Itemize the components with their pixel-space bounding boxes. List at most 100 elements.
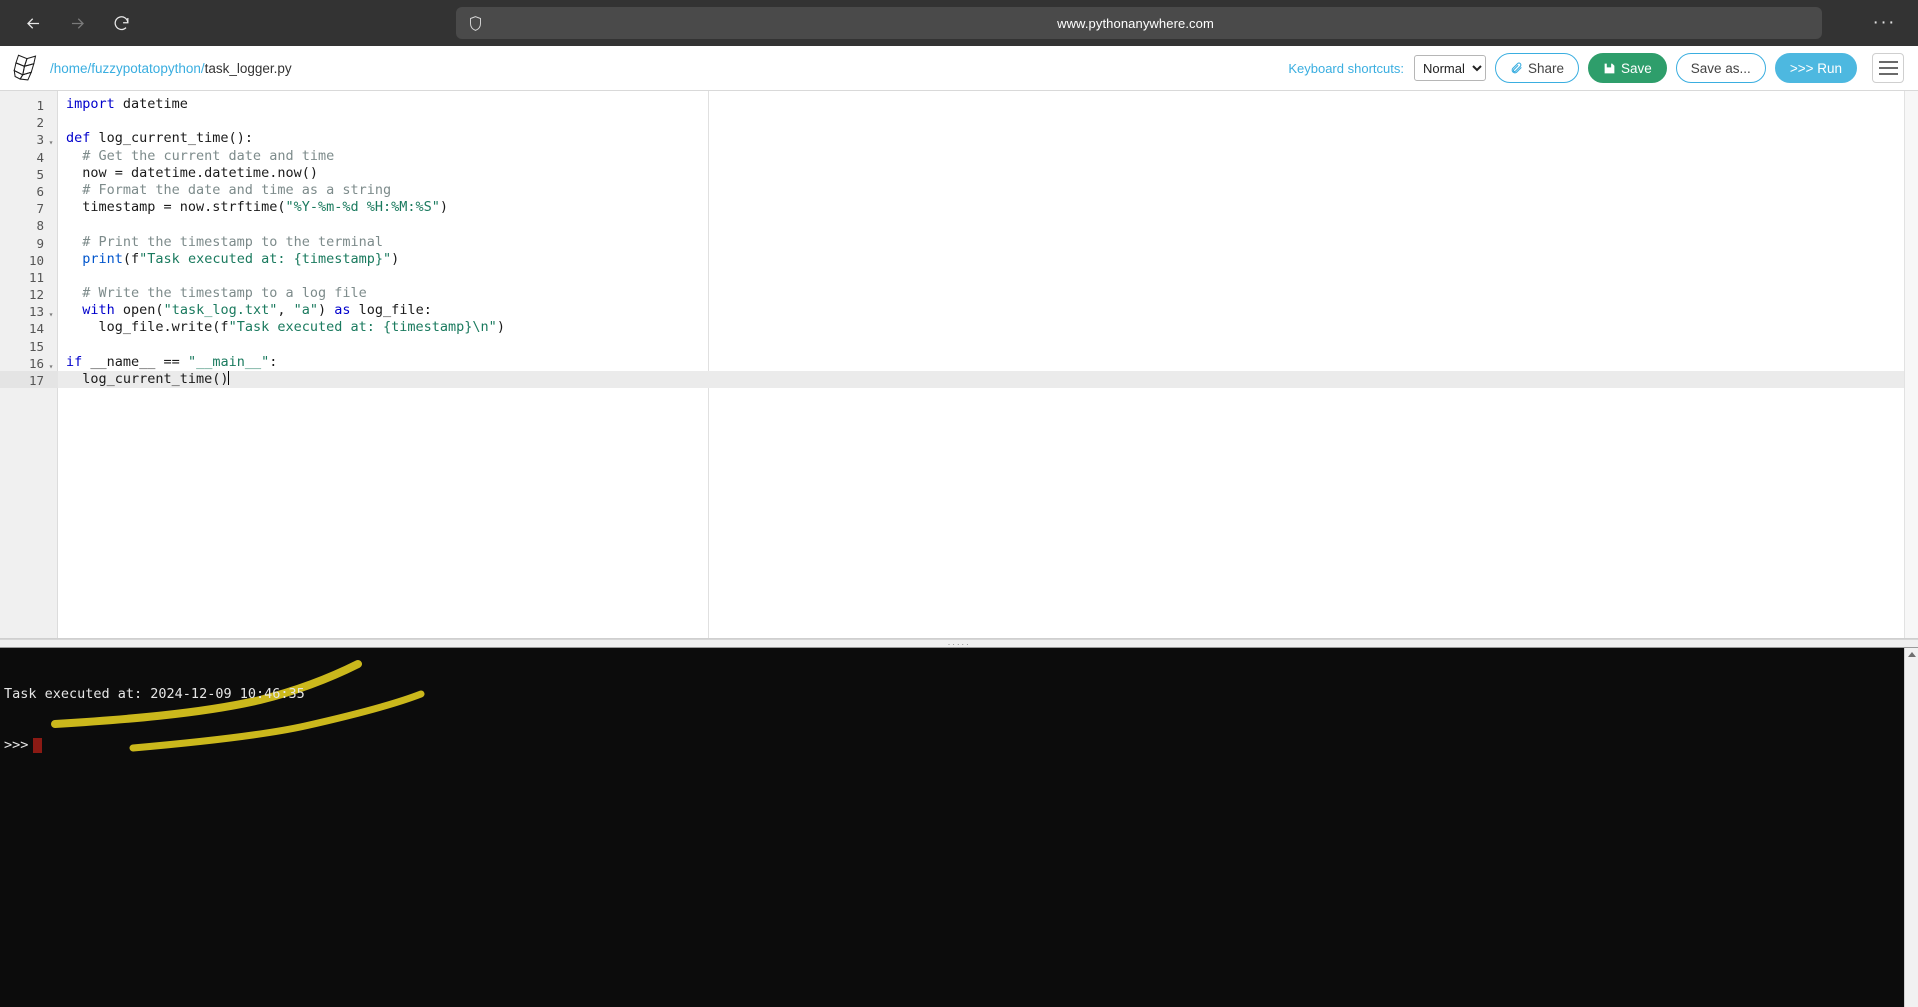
code-line[interactable]: 13 ▾ with open("task_log.txt", "a") as lo… [0, 302, 1918, 319]
keyboard-shortcuts-label: Keyboard shortcuts: [1288, 60, 1404, 76]
code-text: print(f"Task executed at: {timestamp}") [82, 250, 400, 267]
code-text: # Get the current date and time [66, 147, 335, 164]
line-number: 5 [36, 166, 44, 182]
code-line[interactable]: 15 [0, 337, 1918, 354]
code-line[interactable]: 12 # Write the timestamp to a log file [0, 285, 1918, 302]
floppy-disk-icon [1604, 63, 1615, 73]
code-line[interactable]: 3 ▾ def log_current_time(): [0, 130, 1918, 147]
line-number: 7 [36, 201, 44, 217]
code-line[interactable]: 5 now = datetime.datetime.now() [0, 165, 1918, 182]
code-text: def log_current_time(): [66, 130, 253, 147]
console-prompt-line[interactable]: >>> [4, 737, 1918, 754]
line-number: 10 [28, 252, 44, 268]
line-number: 8 [36, 218, 44, 234]
run-button[interactable]: >>> Run [1774, 53, 1857, 83]
console-cursor [33, 738, 43, 753]
console-prompt: >>> [4, 737, 29, 753]
browser-toolbar: www.pythonanywhere.com ··· [0, 0, 1918, 46]
code-text: timestamp = now.strftime("%Y-%m-%d %H:%M… [66, 199, 449, 216]
save-as-button[interactable]: Save as... [1675, 53, 1766, 83]
line-number: 16 [28, 355, 44, 371]
back-button[interactable] [16, 6, 50, 40]
code-text: # Format the date and time as a string [66, 181, 392, 198]
text-cursor [227, 371, 229, 385]
code-text: # Print the timestamp to the terminal [66, 233, 383, 250]
code-line[interactable]: 8 [0, 216, 1918, 233]
line-number: 13 [28, 304, 44, 320]
hamburger-menu-icon[interactable] [1872, 53, 1904, 83]
line-number: 3 [36, 132, 44, 148]
code-text: now = datetime.datetime.now() [66, 164, 318, 181]
line-number: 2 [36, 115, 44, 131]
reload-button[interactable] [104, 6, 138, 40]
save-button-label: Save [1621, 60, 1652, 76]
code-line[interactable]: 6 # Format the date and time as a string [0, 182, 1918, 199]
line-number: 9 [36, 235, 44, 251]
arrow-left-icon [26, 17, 39, 29]
code-line[interactable]: 9 # Print the timestamp to the terminal [0, 234, 1918, 251]
code-line[interactable]: 2 [0, 113, 1918, 130]
console-output-line: Task executed at: 2024-12-09 10:46:35 [4, 686, 305, 702]
file-path-filename: task_logger.py [204, 60, 292, 76]
forward-button[interactable] [60, 6, 94, 40]
line-number: 12 [28, 287, 44, 303]
browser-menu-button[interactable]: ··· [1865, 0, 1904, 46]
address-bar[interactable]: www.pythonanywhere.com [456, 7, 1822, 39]
editor-console-splitter[interactable]: ····· [0, 639, 1918, 648]
code-line[interactable]: 17 log_current_time() [0, 371, 1918, 389]
code-line[interactable]: 1 import datetime [0, 96, 1918, 113]
code-line[interactable]: 14 log_file.write(f"Task executed at: {t… [0, 319, 1918, 336]
line-number: 14 [28, 321, 44, 337]
code-text: with open("task_log.txt", "a") as log_fi… [82, 302, 432, 319]
splitter-handle: ····· [947, 638, 971, 649]
editor-scrollbar[interactable] [1904, 91, 1918, 638]
line-number: 11 [28, 269, 44, 285]
code-line[interactable]: 4 # Get the current date and time [0, 148, 1918, 165]
browser-nav-buttons [16, 6, 138, 40]
code-editor[interactable]: 1 import datetime 2 3 ▾ def log_current_time(… [0, 91, 1918, 639]
code-line[interactable]: 10 print(f"Task executed at: {timestamp}… [0, 251, 1918, 268]
scroll-up-icon[interactable] [1907, 652, 1916, 657]
paperclip-icon [1511, 62, 1522, 73]
file-path[interactable]: /home/fuzzypotatopython/task_logger.py [50, 61, 292, 76]
code-text: log_current_time() [66, 371, 229, 387]
code-text: log_file.write(f"Task executed at: {time… [66, 319, 505, 336]
header-actions: Keyboard shortcuts: Normal Share Save Sa… [1288, 53, 1904, 83]
pythonanywhere-logo[interactable] [10, 51, 44, 85]
reload-icon [114, 15, 128, 30]
url-text: www.pythonanywhere.com [1057, 15, 1214, 31]
arrow-right-icon [71, 17, 84, 29]
share-button-label: Share [1527, 60, 1564, 76]
line-number: 17 [28, 373, 44, 388]
line-number: 15 [28, 338, 44, 354]
line-number: 1 [36, 98, 44, 113]
code-lines[interactable]: 1 import datetime 2 3 ▾ def log_current_time(… [0, 96, 1918, 389]
line-number: 6 [36, 183, 44, 199]
keyboard-mode-select[interactable]: Normal [1413, 55, 1486, 81]
console-scrollbar[interactable] [1904, 648, 1918, 1007]
code-line[interactable]: 11 [0, 268, 1918, 285]
code-line[interactable]: 16 ▾ if __name__ == "__main__": [0, 354, 1918, 371]
console-output: Task executed at: 2024-12-09 10:46:35 >>… [4, 652, 1918, 788]
save-button[interactable]: Save [1588, 53, 1667, 83]
code-text: import datetime [66, 96, 188, 112]
run-button-label: >>> Run [1789, 60, 1842, 76]
console-panel[interactable]: Task executed at: 2024-12-09 10:46:35 >>… [0, 648, 1918, 1007]
code-line[interactable]: 7 timestamp = now.strftime("%Y-%m-%d %H:… [0, 199, 1918, 216]
line-number: 4 [36, 149, 44, 165]
share-button[interactable]: Share [1494, 53, 1579, 83]
